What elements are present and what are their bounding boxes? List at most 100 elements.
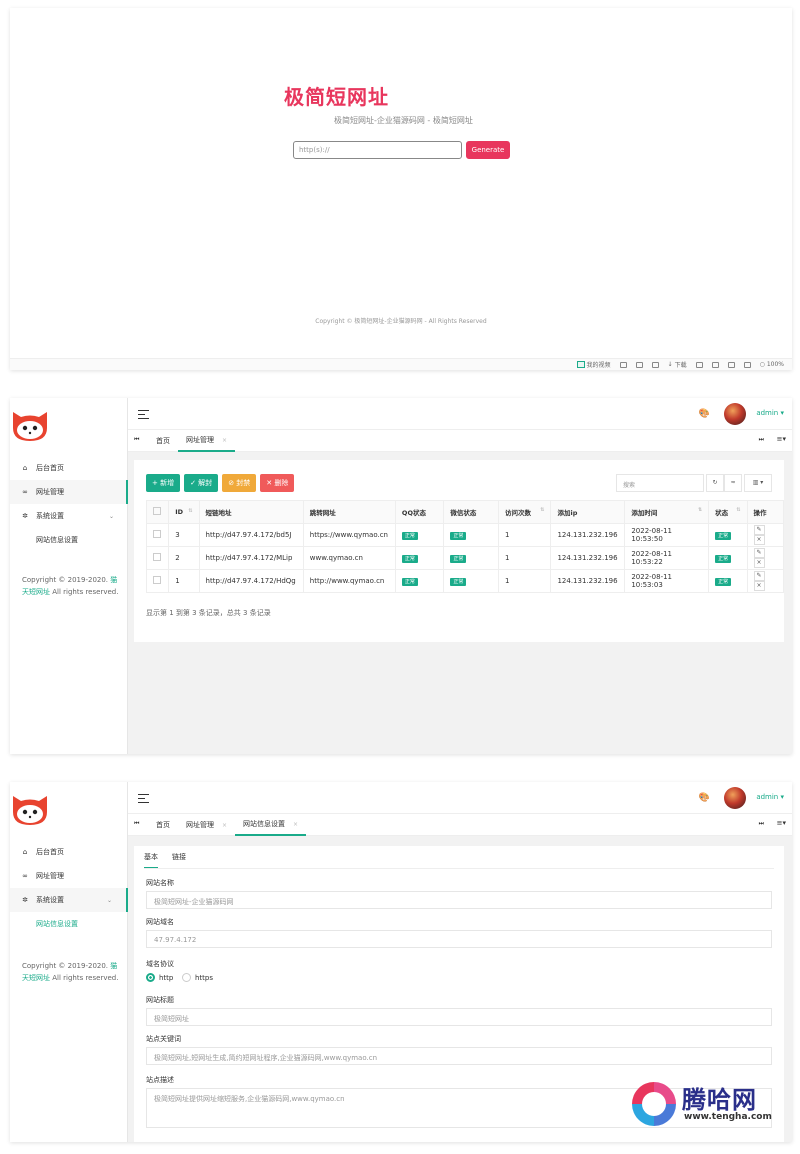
delete-icon[interactable]: × xyxy=(753,581,765,591)
add-button[interactable]: + 新增 xyxy=(146,474,181,492)
radio-checked-icon xyxy=(146,973,155,982)
close-icon[interactable]: × xyxy=(293,821,298,828)
form-tab-basic[interactable]: 基本 xyxy=(144,852,158,869)
chat-icon[interactable] xyxy=(635,361,643,368)
tab-menu-icon[interactable]: ≡▾ xyxy=(777,435,786,443)
edit-icon[interactable]: ✎ xyxy=(753,548,765,558)
link-icon: ∞ xyxy=(22,488,28,496)
palette-icon[interactable]: 🎨 xyxy=(699,409,710,419)
front-page-panel: 极简短网址 极简短网址-企业猫源码网 - 极简短网址 http(s):// Ge… xyxy=(10,8,792,370)
top-header: 🎨 admin ▾ xyxy=(128,398,792,430)
status-badge: 正常 xyxy=(715,555,732,563)
tab-home[interactable]: 首页 xyxy=(148,814,178,836)
sidebar-item-settings[interactable]: ✲ 系统设置 ⌄ xyxy=(10,888,128,912)
download-item[interactable]: ↓ 下载 xyxy=(668,360,687,369)
status-badge: 正常 xyxy=(450,555,467,563)
toggle-view-icon[interactable]: ≂ xyxy=(724,474,742,492)
link-icon: ∞ xyxy=(22,872,28,880)
menu-toggle-icon[interactable] xyxy=(138,794,149,806)
col-id[interactable]: ID ⇅ xyxy=(168,500,200,524)
keywords-field[interactable]: 极简短网址,短网址生成,简约短网址程序,企业猫源码网,www.qymao.cn xyxy=(146,1047,772,1065)
select-all-checkbox[interactable] xyxy=(145,500,170,524)
table-pagination-info: 显示第 1 到第 3 条记录，总共 3 条记录 xyxy=(146,609,271,617)
user-menu[interactable]: admin ▾ xyxy=(756,793,784,801)
status-badge: 正常 xyxy=(401,555,418,563)
col-wechat-status[interactable]: 微信状态 xyxy=(443,500,499,524)
col-short-url[interactable]: 短链地址 xyxy=(198,500,304,524)
screenshot-icon[interactable] xyxy=(619,361,627,368)
menu-toggle-icon[interactable] xyxy=(138,410,149,422)
watermark-logo-icon xyxy=(632,1082,676,1126)
edit-icon[interactable]: ✎ xyxy=(753,571,765,581)
generate-button[interactable]: Generate xyxy=(466,141,510,159)
delete-icon[interactable]: × xyxy=(753,535,765,545)
translate-icon[interactable] xyxy=(651,361,659,368)
delete-button[interactable]: ✕ 删除 xyxy=(260,474,295,492)
clip-icon[interactable] xyxy=(711,361,719,368)
title-field[interactable]: 极简短网址 xyxy=(146,1008,772,1026)
col-ip[interactable]: 添加ip xyxy=(550,500,626,524)
avatar[interactable] xyxy=(724,403,746,425)
palette-icon[interactable]: 🎨 xyxy=(699,793,710,803)
row-checkbox[interactable] xyxy=(145,523,170,547)
ban-button[interactable]: ⊘ 封禁 xyxy=(222,474,257,492)
form-tab-links[interactable]: 链接 xyxy=(172,852,186,869)
browser-statusbar: 我的视频 ↓ 下载 ○ 100% xyxy=(10,358,792,370)
domain-field[interactable]: 47.97.4.172 xyxy=(146,930,772,948)
unban-button[interactable]: ✓ 解封 xyxy=(184,474,219,492)
sidebar-item-site-info[interactable]: 网站信息设置 xyxy=(10,528,128,552)
sound-icon[interactable] xyxy=(743,361,751,368)
sidebar-item-home[interactable]: ⌂ 后台首页 xyxy=(10,456,128,480)
col-status[interactable]: 状态 ⇅ xyxy=(708,500,748,524)
radio-unchecked-icon xyxy=(182,973,191,982)
sidebar: ⌂ 后台首页 ∞ 网址管理 ✲ 系统设置 ⌄ 网站信息设置 Copyright © 20… xyxy=(10,398,128,754)
url-input[interactable]: http(s):// xyxy=(293,141,462,159)
refresh-icon[interactable]: ↻ xyxy=(706,474,724,492)
tab-scroll-right-icon[interactable]: ⏭ xyxy=(759,820,764,828)
sidebar-item-home[interactable]: ⌂ 后台首页 xyxy=(10,840,128,864)
watermark-url: www.tengha.com xyxy=(684,1112,772,1122)
protocol-label: 域名协议 xyxy=(146,960,174,968)
window-icon[interactable] xyxy=(727,361,735,368)
tab-menu-icon[interactable]: ≡▾ xyxy=(777,819,786,827)
zoom-icon: ○ xyxy=(759,361,765,368)
columns-icon[interactable]: ▥ ▾ xyxy=(744,474,772,492)
tab-scroll-left-icon[interactable]: ⏮ xyxy=(134,820,139,828)
sidebar-item-site-info[interactable]: 网站信息设置 xyxy=(10,912,128,936)
video-icon xyxy=(576,361,585,368)
tab-scroll-left-icon[interactable]: ⏮ xyxy=(134,436,139,444)
search-input[interactable]: 搜索 xyxy=(616,474,704,492)
close-icon[interactable]: × xyxy=(222,437,227,444)
col-qq-status[interactable]: QQ状态 xyxy=(394,500,445,524)
sidebar-item-settings[interactable]: ✲ 系统设置 ⌄ xyxy=(10,504,128,528)
tab-scroll-right-icon[interactable]: ⏭ xyxy=(759,436,764,444)
status-badge: 正常 xyxy=(450,578,467,586)
tab-url-management[interactable]: 网址管理 × xyxy=(178,814,235,836)
zoom-item[interactable]: ○ 100% xyxy=(760,361,784,368)
close-icon[interactable]: × xyxy=(222,822,227,829)
sidebar-nav: ⌂ 后台首页 ∞ 网址管理 ✲ 系统设置 ⌄ 网站信息设置 xyxy=(10,456,128,552)
site-name-field[interactable]: 极简短网址-企业猫源码网 xyxy=(146,891,772,909)
protocol-radio-https[interactable]: https xyxy=(182,973,213,982)
avatar[interactable] xyxy=(724,787,746,809)
row-checkbox[interactable] xyxy=(145,546,170,570)
domain-label: 网站域名 xyxy=(146,918,174,926)
delete-icon[interactable]: × xyxy=(753,558,765,568)
shield-icon[interactable] xyxy=(695,361,703,368)
col-target-url[interactable]: 跳转网址 xyxy=(302,500,396,524)
gear-icon: ✲ xyxy=(22,896,28,904)
sidebar-item-url-management[interactable]: ∞ 网址管理 xyxy=(10,480,128,504)
row-checkbox[interactable] xyxy=(145,569,170,593)
my-video-item[interactable]: 我的视频 xyxy=(576,360,611,369)
gear-icon: ✲ xyxy=(22,512,28,520)
col-time[interactable]: 添加时间 ⇅ xyxy=(624,500,710,524)
edit-icon[interactable]: ✎ xyxy=(753,525,765,535)
tab-site-info[interactable]: 网站信息设置 × xyxy=(235,814,307,836)
tab-home[interactable]: 首页 xyxy=(148,430,178,452)
col-visits[interactable]: 访问次数 ⇅ xyxy=(497,500,552,524)
tab-url-management[interactable]: 网址管理 × xyxy=(178,430,236,452)
watermark-name: 腾哈网 xyxy=(682,1086,757,1114)
sidebar-item-url-management[interactable]: ∞ 网址管理 xyxy=(10,864,128,888)
protocol-radio-http[interactable]: http xyxy=(146,973,173,982)
user-menu[interactable]: admin ▾ xyxy=(756,409,784,417)
